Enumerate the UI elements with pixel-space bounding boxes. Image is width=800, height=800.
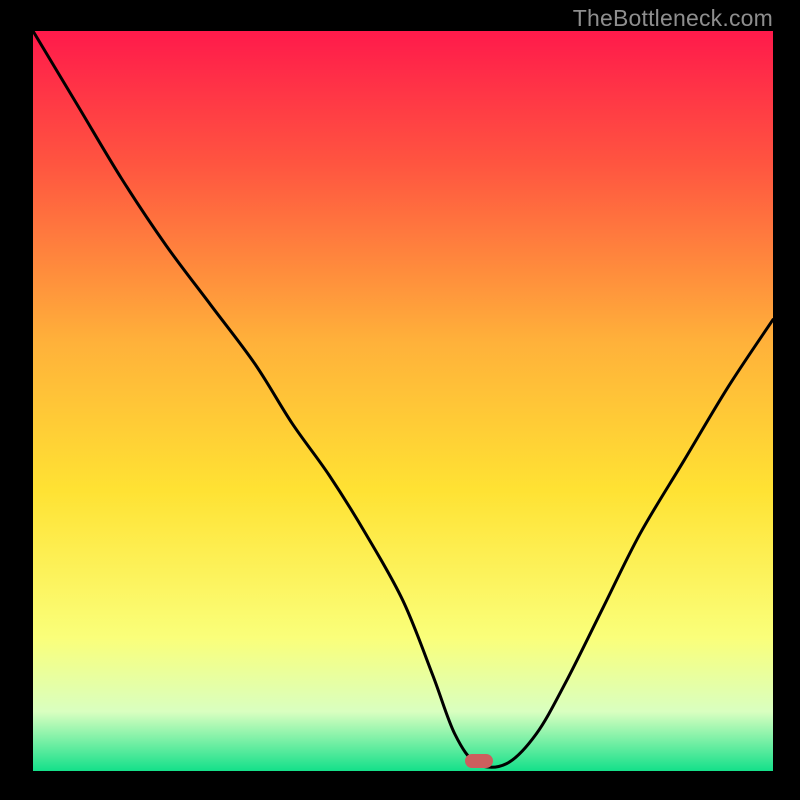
- gradient-background: [33, 31, 773, 771]
- plot-area: [33, 31, 773, 771]
- chart-container: TheBottleneck.com: [0, 0, 800, 800]
- optimal-point-marker: [465, 754, 493, 768]
- watermark-text: TheBottleneck.com: [573, 5, 773, 32]
